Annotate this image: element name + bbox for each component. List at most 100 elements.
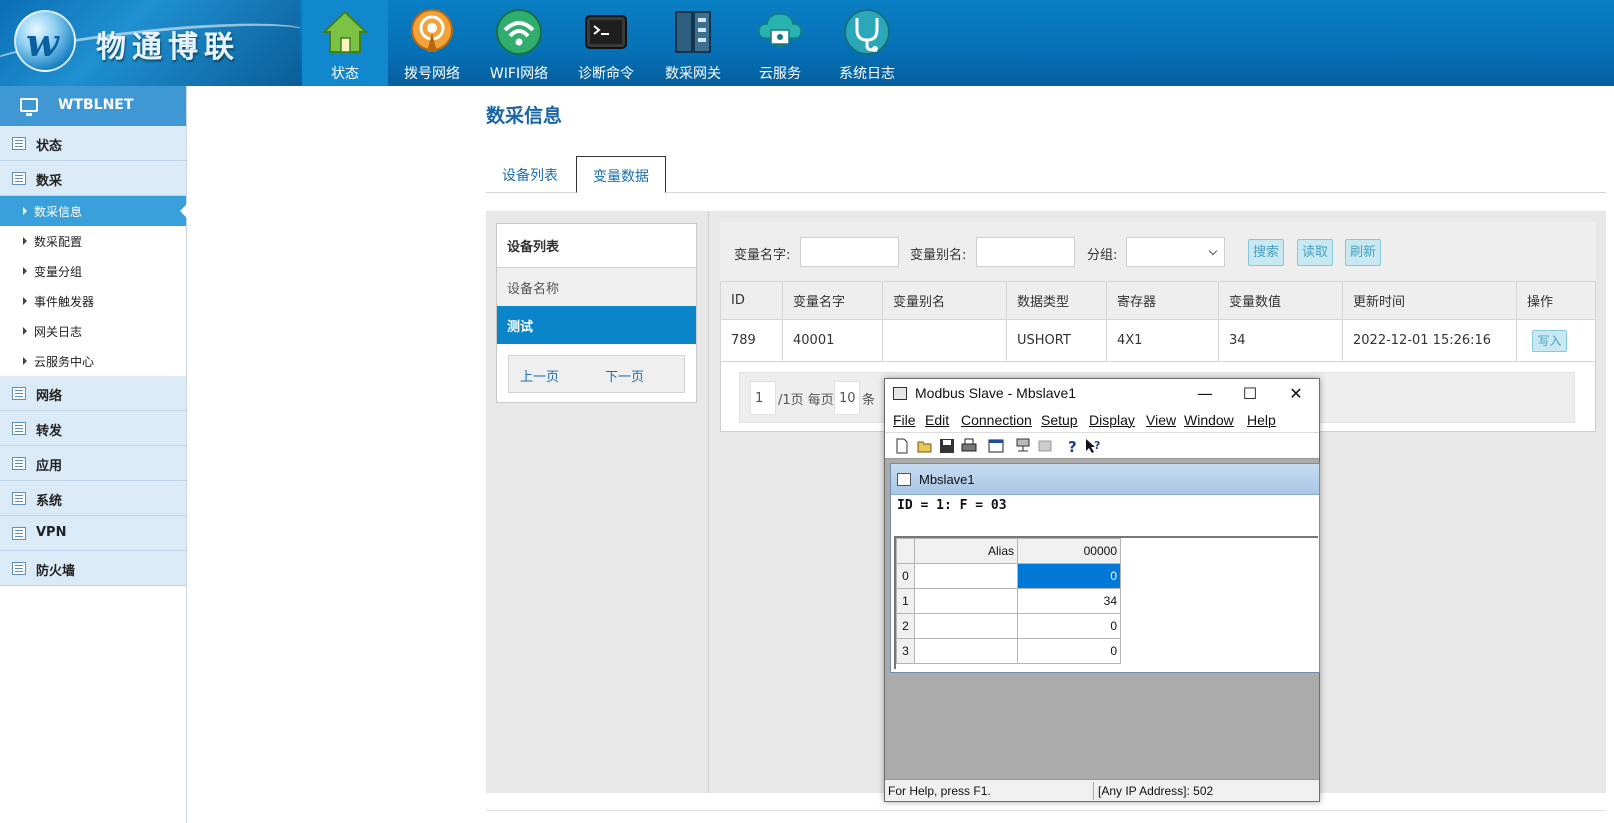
menu-window[interactable]: Window	[1184, 412, 1234, 428]
print-icon[interactable]	[960, 437, 978, 455]
sidebar-item-status[interactable]: 状态	[0, 126, 186, 161]
alias-cell[interactable]	[914, 638, 1018, 664]
cell-action: 写入	[1516, 319, 1596, 362]
menu-help[interactable]: Help	[1247, 412, 1276, 428]
cell-var-value: 34	[1218, 319, 1343, 362]
connect-icon[interactable]	[1014, 437, 1032, 455]
disconnect-icon[interactable]	[1036, 437, 1054, 455]
alias-cell[interactable]	[914, 563, 1018, 589]
value-cell[interactable]: 34	[1017, 588, 1121, 614]
read-button[interactable]: 读取	[1297, 239, 1333, 266]
new-file-icon[interactable]	[893, 437, 911, 455]
logo-area: w 物通博联	[0, 0, 300, 86]
menu-view[interactable]: View	[1146, 412, 1176, 428]
row-number: 3	[896, 638, 915, 664]
nav-wifi[interactable]: WIFI网络	[476, 0, 562, 86]
value-cell[interactable]: 0	[1017, 613, 1121, 639]
menu-file[interactable]: File	[893, 412, 916, 428]
value-cell[interactable]: 0	[1017, 563, 1121, 589]
nav-gateway[interactable]: 数采网关	[650, 0, 736, 86]
tab-device-list[interactable]: 设备列表	[486, 156, 574, 193]
per-page-input[interactable]: 10	[834, 381, 860, 415]
menu-connection[interactable]: Connection	[961, 412, 1032, 428]
caret-right-icon	[23, 207, 27, 215]
nav-syslog[interactable]: 系统日志	[824, 0, 910, 86]
save-icon[interactable]	[938, 437, 956, 455]
alias-cell[interactable]	[914, 613, 1018, 639]
row-number: 1	[896, 588, 915, 614]
modbus-slave-window: Modbus Slave - Mbslave1 — ☐ ✕ File Edit …	[884, 378, 1320, 802]
list-icon	[12, 527, 26, 540]
top-header: w 物通博联 状态 拨号网络 WIFI网络 诊断命令 数采网关 云服务 系统日志	[0, 0, 1614, 86]
sidebar-subitem-acq-info[interactable]: 数采信息	[0, 196, 187, 226]
nav-status-label: 状态	[331, 66, 359, 82]
cloud-icon	[758, 13, 802, 48]
svg-text:?: ?	[1094, 439, 1100, 452]
sidebar-subitem-cloud-center[interactable]: 云服务中心	[0, 346, 186, 376]
list-icon	[12, 492, 26, 505]
nav-diagnostics[interactable]: 诊断命令	[563, 0, 649, 86]
maximize-icon[interactable]: ☐	[1235, 383, 1265, 405]
sidebar-item-application[interactable]: 应用	[0, 446, 186, 481]
list-icon	[12, 457, 26, 470]
sidebar-item-vpn[interactable]: VPN	[0, 516, 186, 551]
sidebar-subitem-label: 数采信息	[34, 205, 83, 219]
device-row[interactable]: 测试	[497, 306, 696, 344]
value-cell[interactable]: 0	[1017, 638, 1121, 664]
modbus-title-bar[interactable]: Modbus Slave - Mbslave1 — ☐ ✕	[885, 379, 1319, 410]
device-pager: 上一页 下一页	[508, 355, 685, 393]
menu-edit[interactable]: Edit	[925, 412, 949, 428]
help-icon[interactable]: ?	[1063, 437, 1081, 455]
nav-status[interactable]: 状态	[302, 0, 388, 86]
menu-display[interactable]: Display	[1089, 412, 1135, 428]
col-action: 操作	[1516, 281, 1596, 320]
caret-right-icon	[23, 297, 27, 305]
open-folder-icon[interactable]	[916, 437, 934, 455]
var-name-input[interactable]	[800, 237, 899, 267]
var-alias-input[interactable]	[976, 237, 1075, 267]
sidebar-subitem-var-group[interactable]: 变量分组	[0, 256, 186, 286]
page-number-input[interactable]: 1	[750, 381, 776, 415]
sidebar-subitem-acq-config[interactable]: 数采配置	[0, 226, 186, 256]
minimize-icon[interactable]: —	[1190, 383, 1220, 405]
sidebar-item-forward[interactable]: 转发	[0, 411, 186, 446]
search-button[interactable]: 搜索	[1248, 239, 1284, 266]
next-page-link[interactable]: 下一页	[605, 366, 644, 385]
alias-cell[interactable]	[914, 588, 1018, 614]
sidebar-subitem-gateway-log[interactable]: 网关日志	[0, 316, 186, 346]
prev-page-link[interactable]: 上一页	[520, 366, 559, 385]
child-title-bar[interactable]: Mbslave1	[891, 464, 1319, 495]
sidebar-item-acquisition[interactable]: 数采	[0, 161, 186, 196]
grid-header-address: 00000	[1017, 538, 1121, 564]
refresh-button[interactable]: 刷新	[1345, 239, 1381, 266]
stethoscope-icon	[844, 9, 890, 55]
modbus-status-bar: For Help, press F1. [Any IP Address]: 50…	[885, 779, 1319, 801]
document-icon	[897, 473, 911, 486]
table-row: 0 0	[896, 563, 1121, 589]
sidebar-item-firewall[interactable]: 防火墙	[0, 551, 186, 586]
mbslave1-child-window: Mbslave1 ID = 1: F = 03 Alias 00000 0 0 …	[890, 463, 1320, 673]
tab-variable-data[interactable]: 变量数据	[576, 156, 666, 193]
close-icon[interactable]: ✕	[1281, 383, 1311, 405]
sidebar-subitem-label: 网关日志	[34, 325, 83, 339]
row-number: 2	[896, 613, 915, 639]
list-icon	[12, 137, 26, 150]
brand-name: 物通博联	[96, 30, 240, 65]
nav-gateway-label: 数采网关	[665, 66, 721, 82]
app-icon	[893, 387, 907, 400]
window-icon[interactable]	[987, 437, 1005, 455]
menu-setup[interactable]: Setup	[1041, 412, 1078, 428]
sidebar-item-network[interactable]: 网络	[0, 376, 186, 411]
write-button[interactable]: 写入	[1532, 329, 1567, 352]
nav-dial-network[interactable]: 拨号网络	[389, 0, 475, 86]
table-row: 1 34	[896, 588, 1121, 614]
nav-cloud[interactable]: 云服务	[737, 0, 823, 86]
context-help-icon[interactable]: ?	[1084, 437, 1102, 455]
sidebar-item-system[interactable]: 系统	[0, 481, 186, 516]
sidebar: WTBLNET 状态 数采 数采信息 数采配置 变量分组 事件触发器 网关日志 …	[0, 86, 187, 823]
group-select[interactable]	[1126, 237, 1225, 267]
col-id: ID	[720, 281, 783, 320]
grid-corner	[896, 538, 915, 564]
register-grid: Alias 00000 0 0 1 34 2 0 3 0	[894, 536, 1318, 669]
sidebar-subitem-event-trigger[interactable]: 事件触发器	[0, 286, 186, 316]
